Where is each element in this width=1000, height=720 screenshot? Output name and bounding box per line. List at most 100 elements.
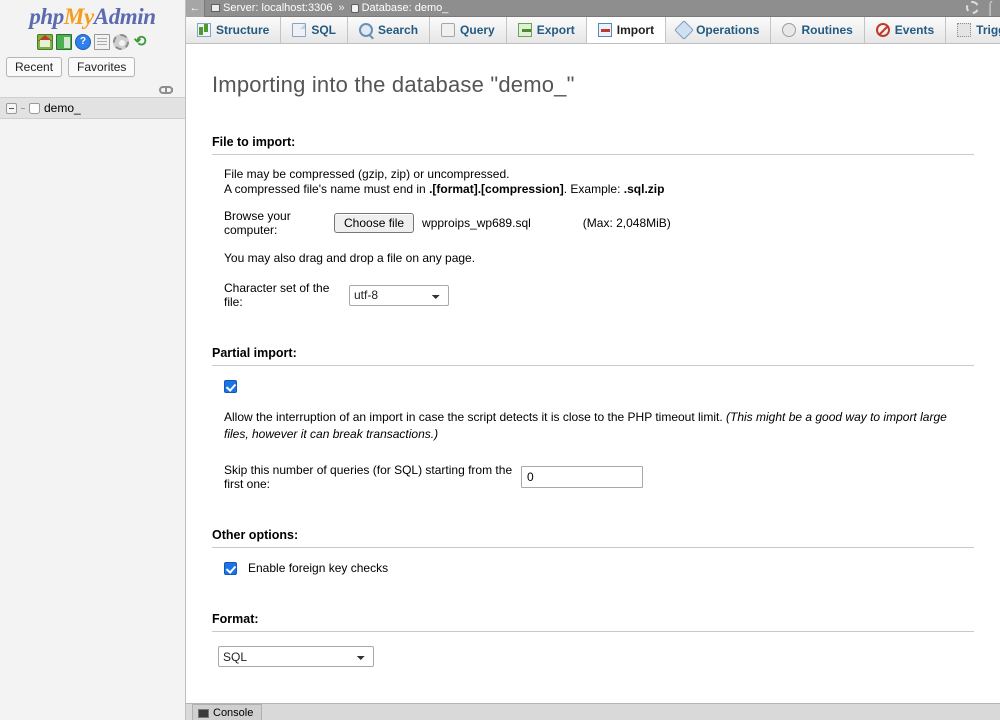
sidebar-nav-icons: ? ⟲ bbox=[0, 33, 185, 51]
console-toggle[interactable]: Console bbox=[192, 704, 263, 720]
drag-drop-note: You may also drag and drop a file on any… bbox=[224, 251, 476, 265]
help-icon[interactable]: ? bbox=[75, 34, 91, 50]
foreign-key-row: Enable foreign key checks bbox=[224, 561, 974, 575]
settings-icon[interactable] bbox=[113, 34, 129, 50]
section-format-legend: Format: bbox=[212, 612, 974, 632]
tab-bar: Structure SQL Search Query Export Import bbox=[186, 17, 1000, 44]
tab-structure-label: Structure bbox=[216, 23, 270, 37]
file-note-l2-prefix: A compressed file's name must end in bbox=[224, 182, 430, 196]
allow-interrupt-text: Allow the interruption of an import in c… bbox=[224, 410, 723, 424]
search-icon bbox=[359, 23, 374, 37]
max-upload-size: (Max: 2,048MiB) bbox=[582, 216, 671, 230]
export-icon bbox=[517, 23, 532, 37]
tab-export-label: Export bbox=[536, 23, 575, 37]
sidebar-pills: Recent Favorites bbox=[0, 51, 185, 77]
console-icon bbox=[198, 708, 209, 718]
tab-structure[interactable]: Structure bbox=[186, 17, 282, 43]
query-icon bbox=[441, 23, 456, 37]
breadcrumb-actions: ⌠ bbox=[966, 1, 994, 14]
console-bar: Console bbox=[186, 703, 1000, 720]
tab-events[interactable]: Events bbox=[864, 17, 947, 43]
tab-query-label: Query bbox=[460, 23, 495, 37]
charset-label: Character set of the file: bbox=[224, 281, 330, 309]
database-name-label: demo_ bbox=[44, 101, 81, 115]
allow-interrupt-description: Allow the interruption of an import in c… bbox=[224, 409, 972, 443]
sidebar-item-database-demo[interactable]: demo_ bbox=[0, 97, 185, 119]
back-button[interactable]: ← bbox=[186, 0, 205, 17]
favorites-button[interactable]: Favorites bbox=[68, 57, 136, 77]
logo-admin: Admin bbox=[93, 4, 156, 29]
tab-query[interactable]: Query bbox=[430, 17, 507, 43]
tab-events-label: Events bbox=[894, 23, 935, 37]
charset-row: Character set of the file: utf-8 bbox=[224, 281, 974, 309]
charset-select[interactable]: utf-8 bbox=[349, 284, 449, 306]
section-file-to-import-legend: File to import: bbox=[212, 135, 974, 155]
toggle-link-icon[interactable] bbox=[159, 86, 173, 94]
section-partial-import-legend: Partial import: bbox=[212, 346, 974, 366]
logo-php: php bbox=[29, 4, 64, 29]
tab-search[interactable]: Search bbox=[348, 17, 431, 43]
skip-queries-input[interactable] bbox=[521, 466, 643, 488]
phpmyadmin-window: phpMyAdmin ? ⟲ Recent Favorites demo_ ← … bbox=[0, 0, 1000, 720]
tab-routines[interactable]: Routines bbox=[771, 17, 865, 43]
allow-interrupt-checkbox[interactable] bbox=[224, 380, 237, 393]
home-icon[interactable] bbox=[37, 34, 53, 50]
logout-icon[interactable] bbox=[56, 34, 72, 50]
tree-connector bbox=[21, 107, 25, 109]
breadcrumb-server[interactable]: Server: localhost:3306 bbox=[223, 2, 332, 14]
main-panel: ← Server: localhost:3306 » Database: dem… bbox=[186, 0, 1000, 720]
breadcrumb-bar: ← Server: localhost:3306 » Database: dem… bbox=[186, 0, 1000, 17]
logo-my: My bbox=[63, 4, 94, 29]
breadcrumb-database-icon bbox=[350, 3, 359, 13]
foreign-key-label: Enable foreign key checks bbox=[248, 561, 389, 575]
server-icon bbox=[211, 4, 220, 12]
page-title: Importing into the database "demo_" bbox=[212, 72, 575, 97]
database-icon bbox=[29, 102, 40, 114]
breadcrumb-separator: » bbox=[338, 2, 345, 14]
tab-sql-label: SQL bbox=[311, 23, 337, 37]
sidebar: phpMyAdmin ? ⟲ Recent Favorites demo_ bbox=[0, 0, 186, 720]
import-icon bbox=[597, 22, 612, 37]
browse-label: Browse your computer: bbox=[224, 209, 291, 237]
docs-icon[interactable] bbox=[94, 34, 110, 50]
tab-routines-label: Routines bbox=[801, 23, 853, 37]
allow-interrupt-checkbox-row bbox=[224, 380, 974, 396]
tab-export[interactable]: Export bbox=[506, 17, 587, 43]
file-note-line2: A compressed file's name must end in .[f… bbox=[224, 182, 974, 197]
browse-row: Browse your computer: Choose file wpproi… bbox=[224, 209, 974, 237]
choose-file-button[interactable]: Choose file bbox=[334, 213, 415, 233]
skip-queries-row: Skip this number of queries (for SQL) st… bbox=[224, 463, 974, 491]
events-icon bbox=[875, 23, 890, 37]
sidebar-toggle-link-row bbox=[0, 77, 185, 97]
breadcrumb-database[interactable]: Database: demo_ bbox=[362, 2, 449, 14]
triggers-icon bbox=[957, 23, 972, 37]
file-note-l2-mid: . Example: bbox=[563, 182, 624, 196]
tab-operations-label: Operations bbox=[696, 23, 760, 37]
tab-triggers-label: Triggers bbox=[976, 23, 1000, 37]
section-other-options-legend: Other options: bbox=[212, 528, 974, 548]
sql-icon bbox=[292, 23, 307, 37]
tab-import[interactable]: Import bbox=[586, 17, 667, 43]
gear-icon[interactable] bbox=[966, 1, 980, 14]
reload-icon[interactable]: ⟲ bbox=[132, 34, 148, 50]
file-note-format-token: .[format].[compression] bbox=[429, 182, 564, 196]
tab-sql[interactable]: SQL bbox=[281, 17, 349, 43]
foreign-key-checkbox[interactable] bbox=[224, 561, 237, 575]
file-note-line1: File may be compressed (gzip, zip) or un… bbox=[224, 167, 510, 181]
format-select[interactable]: SQL bbox=[218, 646, 374, 667]
structure-icon bbox=[197, 23, 211, 37]
tab-import-label: Import bbox=[616, 22, 655, 37]
file-note-example-token: .sql.zip bbox=[623, 182, 665, 196]
tab-search-label: Search bbox=[378, 23, 419, 37]
collapse-icon[interactable]: ⌠ bbox=[986, 1, 994, 14]
breadcrumb: Server: localhost:3306 » Database: demo_ bbox=[211, 2, 448, 14]
recent-button[interactable]: Recent bbox=[6, 57, 63, 77]
chosen-file-name: wpproips_wp689.sql bbox=[422, 216, 531, 230]
file-compression-note: File may be compressed (gzip, zip) or un… bbox=[224, 167, 974, 197]
tree-collapse-icon[interactable] bbox=[6, 102, 17, 114]
tab-triggers[interactable]: Triggers bbox=[946, 17, 1000, 43]
phpmyadmin-logo[interactable]: phpMyAdmin bbox=[0, 0, 185, 30]
tab-operations[interactable]: Operations bbox=[666, 17, 772, 43]
import-form: Importing into the database "demo_" File… bbox=[186, 72, 1000, 720]
operations-icon bbox=[674, 20, 694, 40]
